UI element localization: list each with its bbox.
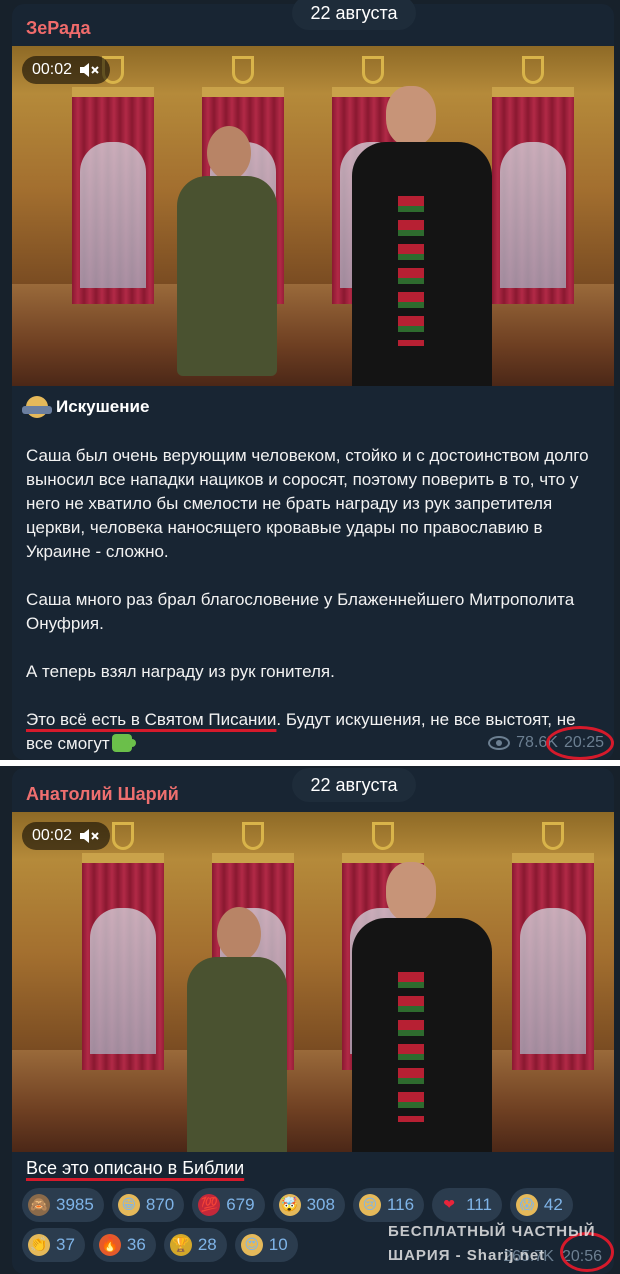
muted-speaker-icon[interactable] — [78, 827, 100, 845]
shrugging-person-icon — [22, 396, 52, 418]
channel-name[interactable]: Анатолий Шарий — [26, 784, 179, 805]
screaming-face-icon: 😱 — [515, 1194, 538, 1216]
reaction-count: 111 — [466, 1195, 492, 1214]
post-panel-zerada: ЗеРада 00:02 Искушение Саша был очень ве… — [0, 0, 620, 760]
post-paragraph-1: Саша был очень верующим человеком, стойк… — [26, 446, 589, 561]
message-bubble[interactable]: Анатолий Шарий 00:02 Все это описано в Б… — [12, 768, 614, 1274]
heart-eyes-icon: 😍 — [240, 1234, 263, 1256]
post-title: Искушение — [22, 396, 150, 418]
reaction-count: 10 — [268, 1235, 288, 1254]
see-no-evil-monkey-icon: 🙈 — [28, 1194, 50, 1216]
date-pill: 22 августа — [292, 768, 416, 802]
reaction-pill[interactable]: 🏆 28 — [163, 1228, 227, 1262]
video-frame — [12, 812, 614, 1152]
red-heart-icon: ❤ — [443, 1197, 455, 1213]
watermark-line-1: БЕСПЛАТНЫЙ ЧАСТНЫЙ — [388, 1223, 596, 1240]
view-count: 78.6K — [516, 734, 558, 751]
reaction-count: 3985 — [56, 1195, 94, 1214]
post-paragraph-2: Саша много раз брал благословение у Блаж… — [26, 590, 575, 633]
message-time: 20:25 — [563, 734, 604, 751]
video-duration-badge[interactable]: 00:02 — [22, 56, 111, 84]
post-title-text: Искушение — [56, 397, 150, 416]
reaction-count: 42 — [543, 1195, 563, 1214]
reaction-pill[interactable]: 👏 37 — [22, 1228, 85, 1262]
watermark: БЕСПЛАТНЫЙ ЧАСТНЫЙ ШАРИЯ - Sharij.net — [388, 1220, 614, 1268]
puzzle-piece-icon — [111, 734, 136, 752]
hundred-points-icon: 💯 — [198, 1194, 221, 1216]
muted-speaker-icon[interactable] — [78, 61, 100, 79]
video-player[interactable]: 00:02 — [12, 812, 614, 1152]
date-pill: 22 августа — [292, 0, 416, 30]
reaction-count: 116 — [386, 1195, 415, 1214]
crying-face-icon: 😢 — [358, 1194, 381, 1216]
reaction-pill[interactable]: 💯 679 — [192, 1188, 265, 1222]
reaction-count: 308 — [306, 1195, 335, 1214]
channel-name[interactable]: ЗеРада — [26, 18, 91, 39]
reaction-pill[interactable]: 🙈 3985 — [22, 1188, 104, 1222]
post-caption: Все это описано в Библии — [26, 1158, 244, 1179]
reaction-count: 679 — [226, 1195, 255, 1214]
reaction-count: 28 — [197, 1235, 217, 1254]
grinning-face-icon: 😁 — [117, 1194, 140, 1216]
post-panel-shariy: Анатолий Шарий 00:02 Все это описано в Б… — [0, 766, 620, 1274]
underlined-caption: Все это описано в Библии — [26, 1158, 245, 1178]
reaction-pill[interactable]: 😁 870 — [111, 1188, 185, 1222]
underlined-phrase: Это всё есть в Святом Писании — [26, 710, 277, 729]
reaction-count: 36 — [126, 1235, 146, 1254]
reaction-pill[interactable]: 🔥 36 — [92, 1228, 156, 1262]
reaction-pill[interactable]: 😢 116 — [352, 1188, 425, 1222]
post-paragraph-3: А теперь взял награду из рук гонителя. — [26, 662, 335, 681]
video-timer: 00:02 — [32, 827, 73, 844]
trophy-icon: 🏆 — [169, 1234, 192, 1256]
watermark-line-2: ШАРИЯ - Sharij.net — [388, 1247, 546, 1264]
reaction-pill[interactable]: 🤯 308 — [272, 1188, 345, 1222]
exploding-head-icon: 🤯 — [278, 1194, 301, 1216]
video-timer: 00:02 — [32, 61, 73, 78]
message-meta: 78.6K 20:25 — [488, 734, 604, 752]
reaction-pill[interactable]: 😍 10 — [234, 1228, 298, 1262]
reaction-count: 37 — [56, 1235, 75, 1254]
video-frame — [12, 46, 614, 386]
reaction-pill[interactable]: 😱 42 — [509, 1188, 573, 1222]
reaction-pill[interactable]: ❤ 111 — [432, 1188, 502, 1222]
reaction-count: 870 — [145, 1195, 175, 1214]
message-bubble[interactable]: ЗеРада 00:02 Искушение Саша был очень ве… — [12, 4, 614, 760]
video-duration-badge[interactable]: 00:02 — [22, 822, 111, 850]
fire-icon: 🔥 — [98, 1234, 121, 1256]
video-player[interactable]: 00:02 — [12, 46, 614, 386]
clapping-hands-icon: 👏 — [28, 1234, 50, 1256]
views-eye-icon — [488, 736, 511, 750]
